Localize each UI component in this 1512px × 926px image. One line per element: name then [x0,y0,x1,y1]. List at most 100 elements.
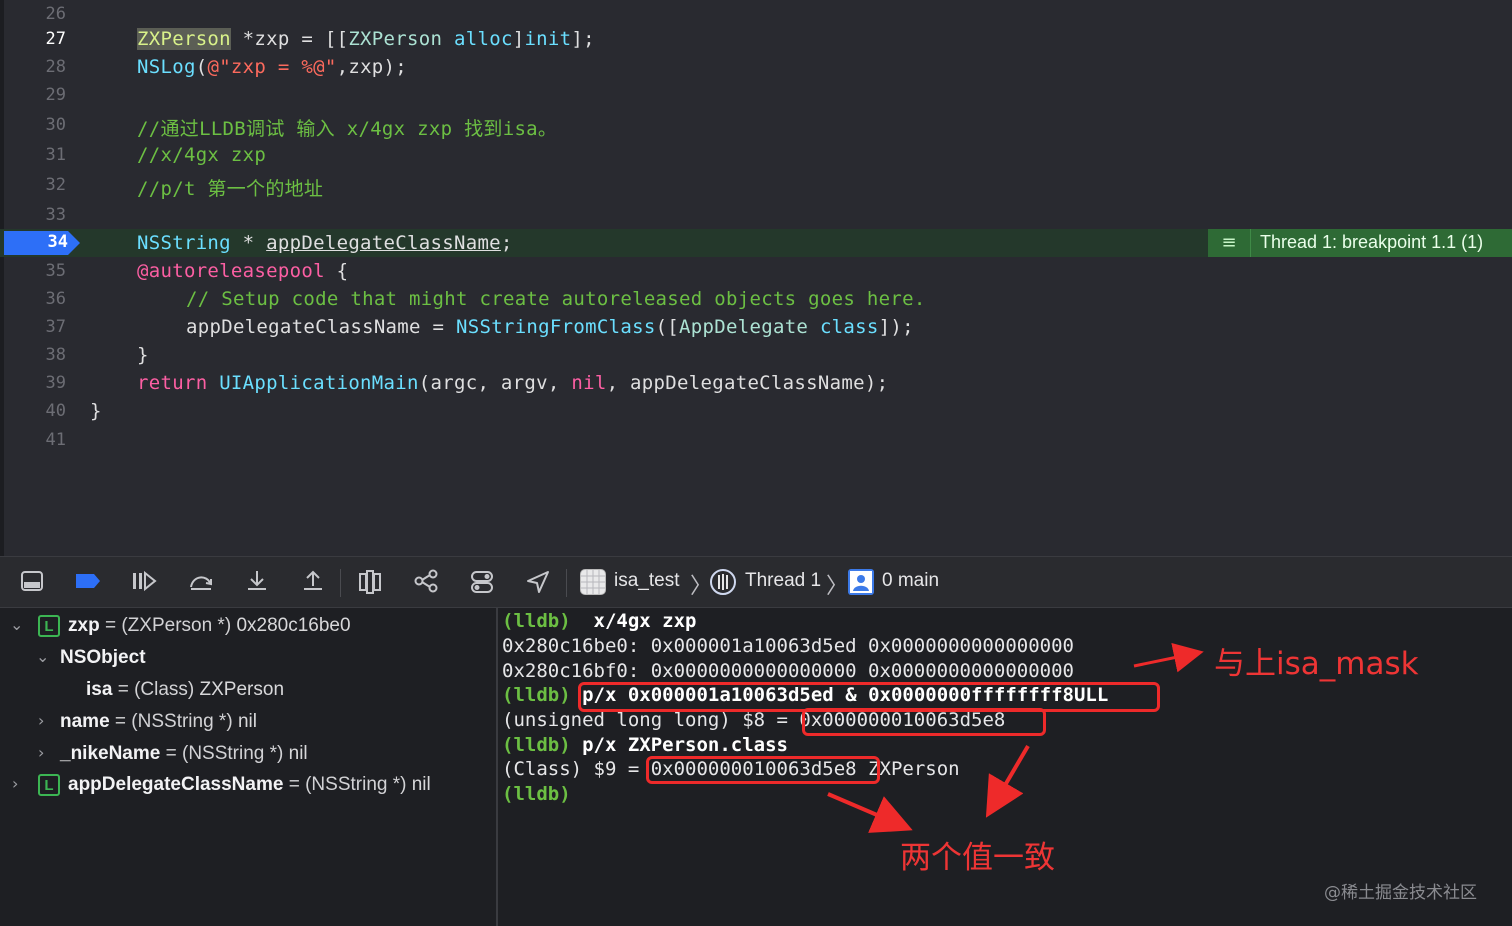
annotation-mask-label: 与上isa_mask [1214,646,1419,682]
line-number: 26 [45,4,66,24]
string-token: @"zxp = %@" [207,56,337,78]
code-line-40: 40 } [0,397,1512,425]
variable-name: zxp [68,615,100,636]
code-token: *zxp = [[ [230,28,349,50]
step-into-icon[interactable] [243,569,271,597]
breakpoint-status-badge[interactable]: ≡ Thread 1: breakpoint 1.1 (1) [1208,229,1512,257]
comment-text[interactable]: //p/t 第一个的地址 [137,174,323,201]
method-token: init [524,28,572,50]
line-number: 36 [45,289,66,309]
code-text[interactable]: } [90,400,102,422]
code-text[interactable]: return UIApplicationMain(argc, argv, nil… [137,372,888,394]
class-token: NSString [137,232,231,254]
line-number: 41 [45,430,66,450]
comment-text[interactable]: // Setup code that might create autorele… [186,288,926,310]
variable-name: isa [86,679,113,700]
code-line-29: 29 [0,81,1512,109]
code-token: , appDelegateClassName); [606,372,889,394]
lldb-console[interactable]: (lldb) x/4gx zxp 0x280c16be0: 0x000001a1… [498,608,1512,926]
toolbar-separator [566,569,567,597]
variable-name: NSObject [60,647,146,668]
code-line-33: 33 [0,201,1512,229]
code-text[interactable]: ZXPerson *zxp = [[ZXPerson alloc]init]; [137,28,595,50]
variable-token: appDelegateClassName = [186,316,456,338]
chevron-right-icon[interactable]: › [12,774,18,793]
line-number: 40 [45,401,66,421]
chevron-right-icon[interactable]: › [38,711,44,730]
hide-debug-area-icon[interactable] [18,569,46,597]
debug-bar: isa_test 〉 Thread 1 〉 0 main [0,556,1512,608]
breadcrumb-frame[interactable]: 0 main [882,570,939,592]
breakpoints-toggle-icon[interactable] [74,569,102,597]
local-badge: L [38,774,60,796]
variable-eq: = [112,679,135,700]
code-text[interactable]: NSLog(@"zxp = %@",zxp); [137,56,407,78]
code-text[interactable]: NSString * appDelegateClassName; [137,232,513,254]
code-text[interactable]: } [137,344,149,366]
code-text[interactable]: @autoreleasepool { [137,260,348,282]
code-line-37: 37 appDelegateClassName = NSStringFromCl… [0,313,1512,341]
view-hierarchy-icon[interactable] [356,569,384,597]
variable-value: ZXPerson [199,679,285,700]
chevron-right-icon: 〉 [826,574,849,599]
line-number: 30 [45,115,66,135]
continue-icon[interactable] [130,569,158,597]
code-line-28: 28 NSLog(@"zxp = %@",zxp); [0,53,1512,81]
variable-eq: = [160,743,182,764]
breadcrumb-target[interactable]: isa_test [614,570,679,592]
app-icon [580,569,606,595]
variable-token: appDelegateClassName [266,232,501,254]
line-number: 28 [45,57,66,77]
annotation-equal-label: 两个值一致 [900,840,1055,876]
variable-type: (NSString *) [182,743,284,764]
variable-eq: = [99,615,122,636]
method-token: alloc [453,28,513,50]
variable-name: _nikeName [60,743,161,764]
user-frame-icon [848,569,874,595]
variable-value: nil [288,743,308,764]
line-number: 35 [45,261,66,281]
function-token: UIApplicationMain [219,372,419,394]
chevron-right-icon: 〉 [690,574,713,599]
line-number: 34 [47,232,68,252]
code-line-26: 26 [0,0,1512,28]
code-token: ,zxp); [336,56,408,78]
keyword-token: return [137,372,208,394]
simulate-location-icon[interactable] [524,569,552,597]
chevron-down-icon[interactable]: ⌄ [10,615,23,634]
code-line-39: 39 return UIApplicationMain(argc, argv, … [0,369,1512,397]
variable-eq: = [283,774,306,795]
toolbar-separator [340,569,341,597]
chevron-right-icon[interactable]: › [38,743,44,762]
code-line-35: 35 @autoreleasepool { [0,257,1512,285]
variable-text: _nikeName = (NSString *) nil [60,743,308,765]
code-text[interactable]: appDelegateClassName = NSStringFromClass… [186,316,914,338]
code-token: { [324,260,349,282]
watermark: @稀土掘金技术社区 [1324,883,1477,903]
comment-text[interactable]: //通过LLDB调试 输入 x/4gx zxp 找到isa。 [137,114,557,141]
code-token: ; [500,232,513,254]
code-token: ( [195,56,208,78]
comment-text[interactable]: //x/4gx zxp [137,144,266,166]
environment-overrides-icon[interactable] [468,569,496,597]
code-token: ] [512,28,525,50]
memory-graph-icon[interactable] [412,569,440,597]
step-out-icon[interactable] [299,569,327,597]
breadcrumb-thread[interactable]: Thread 1 [745,570,821,592]
variable-type: (NSString *) [131,711,233,732]
code-line-30: 30 //通过LLDB调试 输入 x/4gx zxp 找到isa。 [0,111,1512,141]
variable-eq: = [109,711,132,732]
keyword-token: nil [571,372,607,394]
code-token: * [230,232,267,254]
source-editor[interactable]: 26 27 ZXPerson *zxp = [[ZXPerson alloc]i… [0,0,1512,556]
step-over-icon[interactable] [187,569,215,597]
hamburger-icon[interactable]: ≡ [1208,229,1251,257]
code-line-34-current: 34 NSString * appDelegateClassName; ≡ Th… [0,229,1512,257]
chevron-down-icon[interactable]: ⌄ [36,647,49,666]
code-line-31: 31 //x/4gx zxp [0,141,1512,169]
variable-type: (NSString *) [305,774,407,795]
breakpoint-marker[interactable]: 34 [4,229,80,257]
line-number: 37 [45,317,66,337]
